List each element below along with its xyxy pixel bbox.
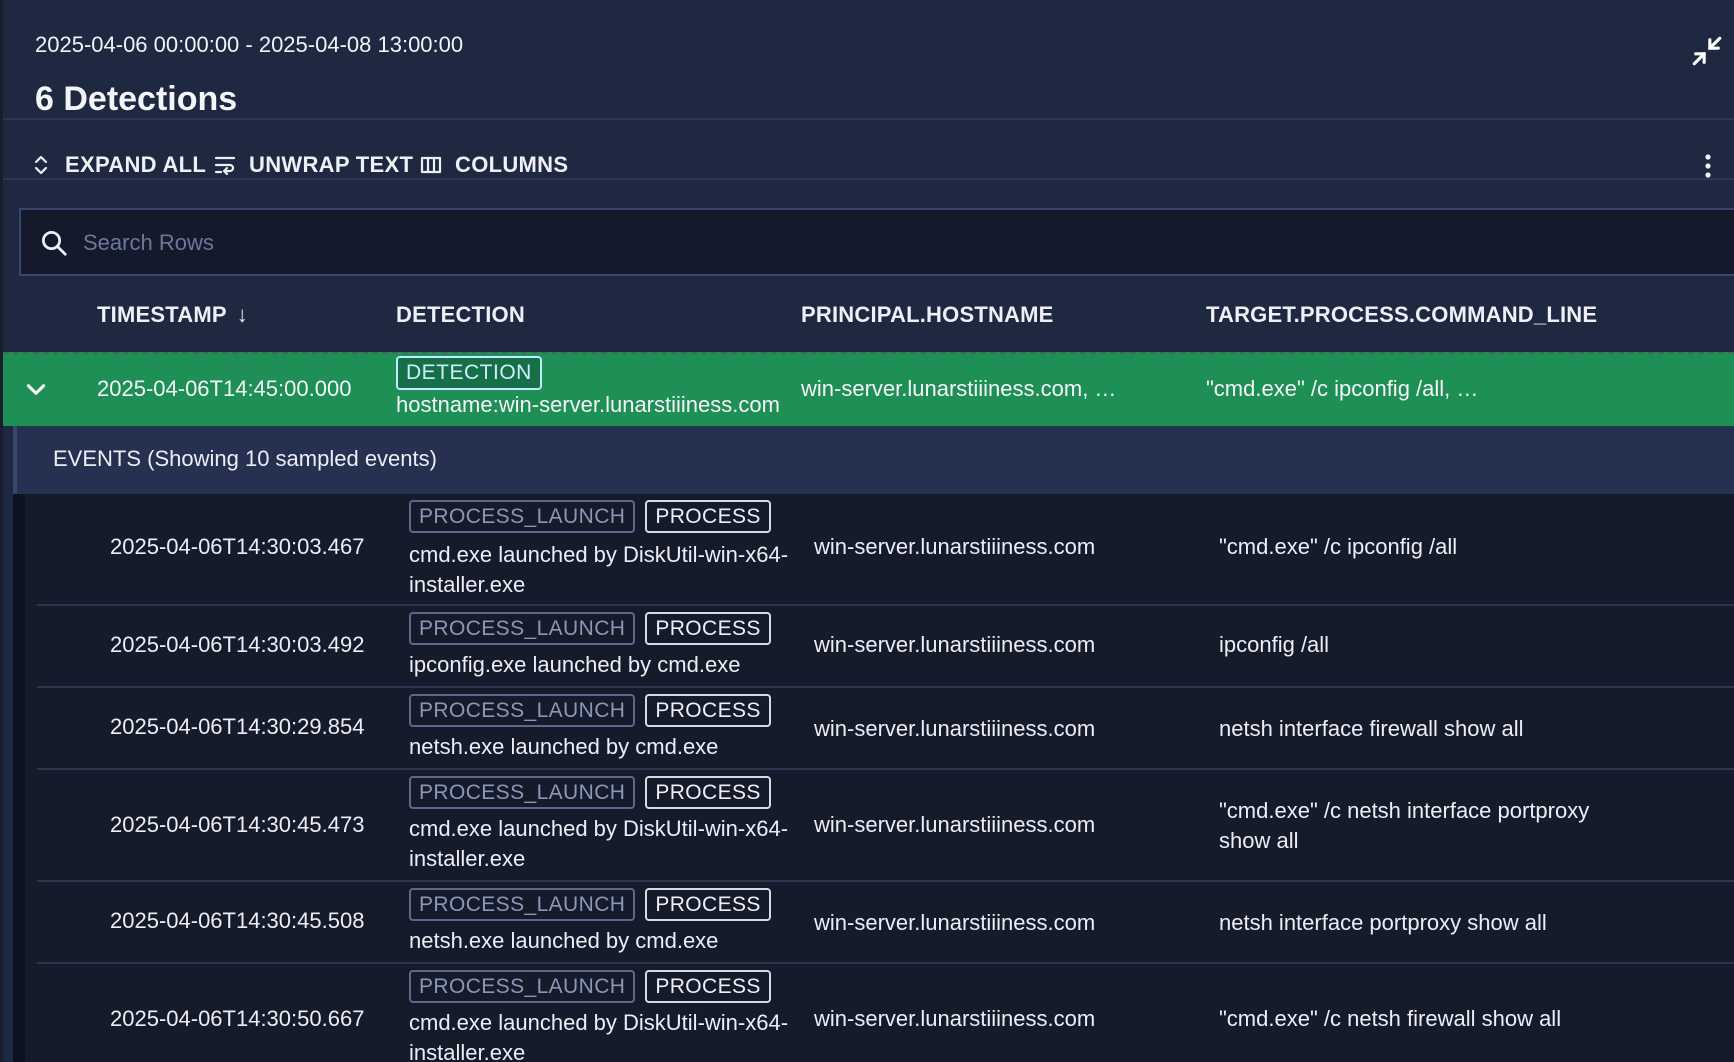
toolbar: EXPAND ALL UNWRAP TEXT COLUMNS <box>3 132 1734 198</box>
column-header-timestamp[interactable]: TIMESTAMP ↓ <box>97 302 248 328</box>
toolbar-divider <box>3 178 1734 180</box>
event-tags: PROCESS_LAUNCH PROCESS <box>409 776 771 809</box>
columns-icon <box>420 156 442 174</box>
event-hostname: win-server.lunarstiiiness.com <box>814 812 1096 837</box>
event-description: cmd.exe launched by DiskUtil-win-x64-ins… <box>409 816 789 871</box>
events-label: EVENTS (Showing 10 sampled events) <box>53 446 437 471</box>
event-command-line: netsh interface firewall show all <box>1219 716 1524 741</box>
event-tags: PROCESS_LAUNCH PROCESS <box>409 500 771 533</box>
event-timestamp: 2025-04-06T14:30:03.492 <box>110 632 365 657</box>
process-tag: PROCESS <box>645 970 771 1003</box>
table-header: TIMESTAMP ↓ DETECTION PRINCIPAL.HOSTNAME … <box>3 280 1734 350</box>
unfold-icon <box>34 155 48 175</box>
event-tags: PROCESS_LAUNCH PROCESS <box>409 612 771 645</box>
table-row[interactable]: 2025-04-06T14:30:03.467 PROCESS_LAUNCH P… <box>37 494 1734 606</box>
search-icon <box>42 231 67 256</box>
chevron-down-icon[interactable] <box>23 376 49 402</box>
detection-row[interactable]: 2025-04-06T14:45:00.000 DETECTION hostna… <box>3 352 1734 426</box>
process-launch-tag: PROCESS_LAUNCH <box>409 500 636 533</box>
detection-hostname: win-server.lunarstiiiness.com, … <box>801 376 1117 401</box>
expand-all-label: EXPAND ALL <box>65 152 207 177</box>
sort-descending-icon: ↓ <box>236 302 248 327</box>
column-header-principal-hostname[interactable]: PRINCIPAL.HOSTNAME <box>801 302 1054 328</box>
event-command-line: ipconfig /all <box>1219 632 1330 657</box>
process-tag: PROCESS <box>645 500 771 533</box>
process-launch-tag: PROCESS_LAUNCH <box>409 970 636 1003</box>
column-header-target-process-command-line[interactable]: TARGET.PROCESS.COMMAND_LINE <box>1206 302 1597 328</box>
header-divider <box>3 118 1734 120</box>
process-tag: PROCESS <box>645 776 771 809</box>
event-description: netsh.exe launched by cmd.exe <box>409 928 719 953</box>
event-timestamp: 2025-04-06T14:30:29.854 <box>110 714 365 739</box>
event-tags: PROCESS_LAUNCH PROCESS <box>409 888 771 921</box>
process-tag: PROCESS <box>645 612 771 645</box>
detection-cell: DETECTION <box>396 356 542 390</box>
panel-header: 2025-04-06 00:00:00 - 2025-04-08 13:00:0… <box>3 0 1734 130</box>
table-row[interactable]: 2025-04-06T14:30:45.508 PROCESS_LAUNCH P… <box>37 882 1734 964</box>
event-description: cmd.exe launched by DiskUtil-win-x64-ins… <box>409 542 789 597</box>
event-command-line: "cmd.exe" /c ipconfig /all <box>1219 534 1458 559</box>
event-command-line: netsh interface portproxy show all <box>1219 910 1547 935</box>
event-hostname: win-server.lunarstiiiness.com <box>814 1006 1096 1031</box>
events-header: EVENTS (Showing 10 sampled events) <box>13 426 1734 494</box>
columns-label: COLUMNS <box>455 152 569 177</box>
collapse-icon <box>1692 36 1722 66</box>
process-tag: PROCESS <box>645 694 771 727</box>
event-hostname: win-server.lunarstiiiness.com <box>814 716 1096 741</box>
event-description: netsh.exe launched by cmd.exe <box>409 734 719 759</box>
event-hostname: win-server.lunarstiiiness.com <box>814 910 1096 935</box>
event-description: ipconfig.exe launched by cmd.exe <box>409 652 741 677</box>
page-title: 6 Detections <box>35 80 238 118</box>
event-timestamp: 2025-04-06T14:30:03.467 <box>110 534 365 559</box>
event-timestamp: 2025-04-06T14:30:45.508 <box>110 908 365 933</box>
table-row[interactable]: 2025-04-06T14:30:45.473 PROCESS_LAUNCH P… <box>37 770 1734 882</box>
event-tags: PROCESS_LAUNCH PROCESS <box>409 970 771 1003</box>
process-launch-tag: PROCESS_LAUNCH <box>409 612 636 645</box>
event-timestamp: 2025-04-06T14:30:50.667 <box>110 1006 365 1031</box>
wrap-text-icon <box>214 156 236 176</box>
column-header-timestamp-label: TIMESTAMP <box>97 302 227 327</box>
event-tags: PROCESS_LAUNCH PROCESS <box>409 694 771 727</box>
table-row[interactable]: 2025-04-06T14:30:50.667 PROCESS_LAUNCH P… <box>37 964 1734 1062</box>
date-range: 2025-04-06 00:00:00 - 2025-04-08 13:00:0… <box>35 32 464 57</box>
detection-command-line: "cmd.exe" /c ipconfig /all, … <box>1206 376 1479 401</box>
event-hostname: win-server.lunarstiiiness.com <box>814 632 1096 657</box>
process-tag: PROCESS <box>645 888 771 921</box>
process-launch-tag: PROCESS_LAUNCH <box>409 776 636 809</box>
process-launch-tag: PROCESS_LAUNCH <box>409 694 636 727</box>
column-header-detection[interactable]: DETECTION <box>396 302 525 328</box>
detection-tag: DETECTION <box>396 356 542 390</box>
unwrap-text-label: UNWRAP TEXT <box>249 152 414 177</box>
detection-detail: hostname:win-server.lunarstiiiness.com <box>396 392 780 417</box>
table-row[interactable]: 2025-04-06T14:30:03.492 PROCESS_LAUNCH P… <box>37 606 1734 688</box>
event-hostname: win-server.lunarstiiiness.com <box>814 534 1096 559</box>
process-launch-tag: PROCESS_LAUNCH <box>409 888 636 921</box>
search-input[interactable] <box>81 222 985 264</box>
search-box <box>19 208 1734 276</box>
detection-timestamp: 2025-04-06T14:45:00.000 <box>97 376 352 401</box>
event-command-line: "cmd.exe" /c netsh interface portproxy s… <box>1219 798 1590 853</box>
detections-panel: 2025-04-06 00:00:00 - 2025-04-08 13:00:0… <box>3 0 1734 1062</box>
events-list: 2025-04-06T14:30:03.467 PROCESS_LAUNCH P… <box>13 494 1734 1062</box>
event-description: cmd.exe launched by DiskUtil-win-x64-ins… <box>409 1010 789 1062</box>
event-timestamp: 2025-04-06T14:30:45.473 <box>110 812 365 837</box>
table-row[interactable]: 2025-04-06T14:30:29.854 PROCESS_LAUNCH P… <box>37 688 1734 770</box>
event-command-line: "cmd.exe" /c netsh firewall show all <box>1219 1006 1562 1031</box>
collapse-button[interactable] <box>1690 34 1724 68</box>
